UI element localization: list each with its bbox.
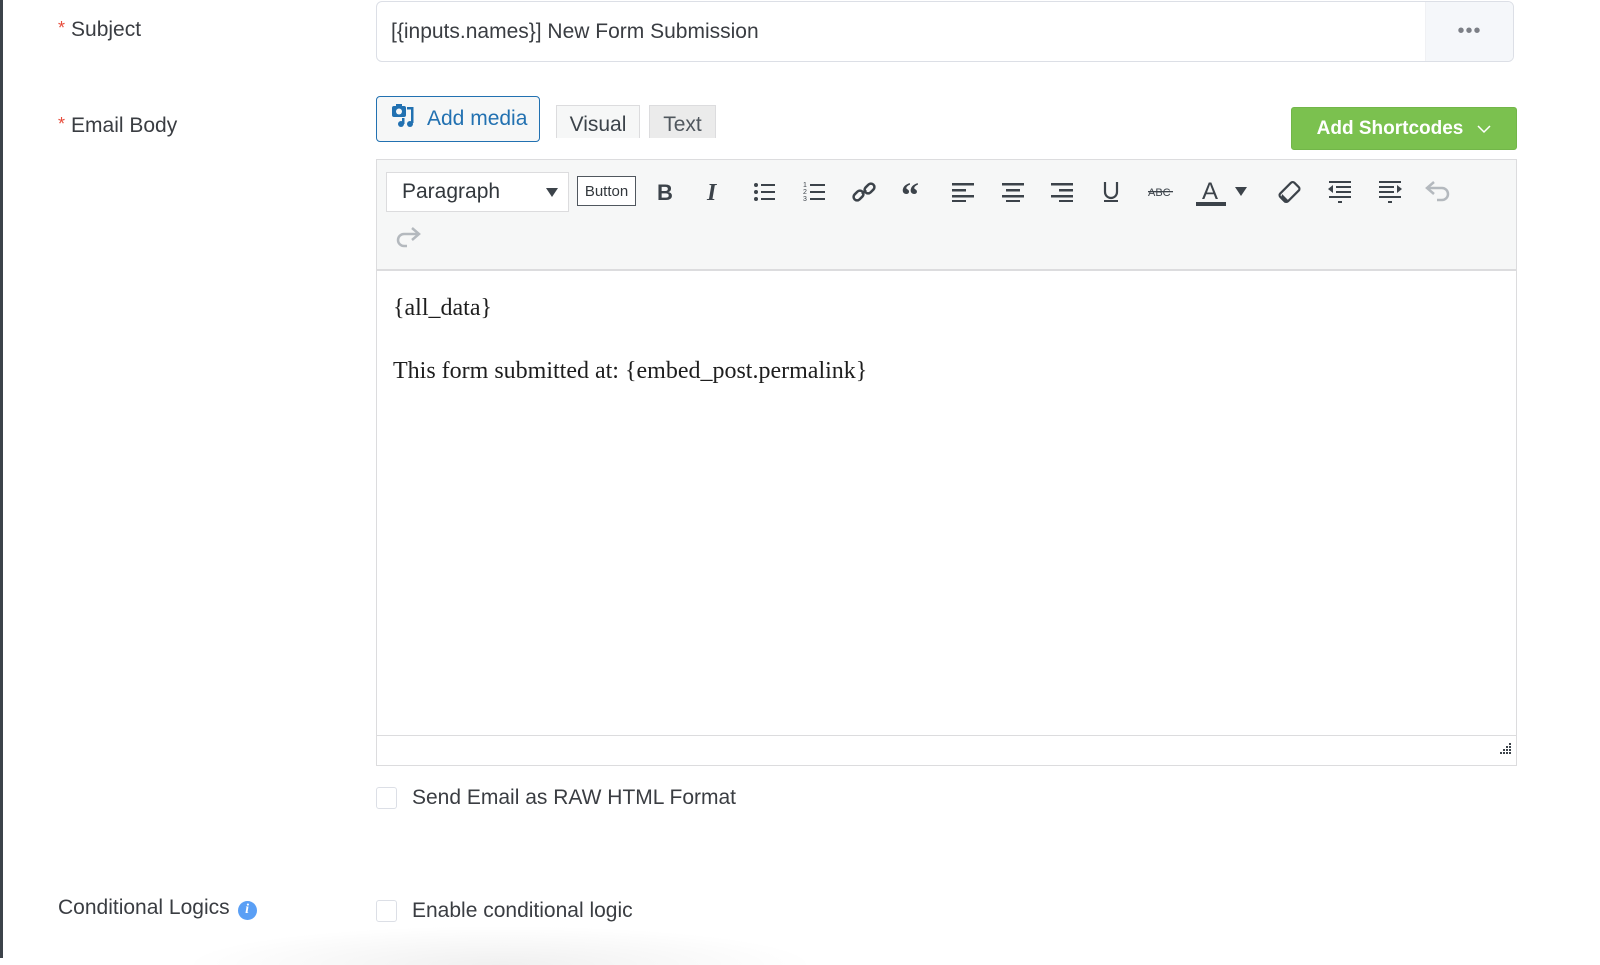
dropdown-arrow-icon [546,188,558,197]
svg-text:B: B [657,181,673,203]
italic-icon[interactable]: I [696,174,732,210]
subject-more-button[interactable]: ••• [1425,2,1513,61]
raw-html-checkbox[interactable] [376,787,397,809]
editor-statusbar [377,735,1516,765]
svg-text:3: 3 [803,196,807,203]
editor-content[interactable]: {all_data} This form submitted at: {embe… [377,271,1516,735]
subject-field[interactable]: ••• [376,1,1514,62]
format-select[interactable]: Paragraph [386,172,569,212]
svg-text:A: A [1202,178,1218,205]
add-shortcodes-button[interactable]: Add Shortcodes [1291,107,1517,150]
subject-input[interactable] [377,2,1425,61]
svg-text:1: 1 [803,182,807,189]
align-left-icon[interactable] [945,174,981,210]
bullet-list-icon[interactable] [747,174,783,210]
required-mark: * [58,18,66,38]
svg-text:“: “ [901,181,919,203]
bold-icon[interactable]: B [647,174,683,210]
required-mark: * [58,114,66,134]
conditional-logic-label: Enable conditional logic [412,899,633,922]
tab-text[interactable]: Text [649,105,716,138]
chevron-down-icon [1477,118,1491,140]
svg-text:2: 2 [803,189,807,196]
content-paragraph: {all_data} [393,295,492,321]
insert-button-button[interactable]: Button [577,176,636,206]
tab-visual[interactable]: Visual [556,105,640,138]
clear-formatting-icon[interactable] [1272,174,1308,210]
numbered-list-icon[interactable]: 1 2 3 [797,174,833,210]
redo-icon[interactable] [389,220,425,256]
subject-label-text: Subject [71,18,142,41]
raw-html-option[interactable]: Send Email as RAW HTML Format [376,786,736,810]
undo-icon[interactable] [1421,174,1457,210]
bottom-shadow [180,925,820,965]
text-color-dropdown-icon[interactable] [1230,174,1252,210]
conditional-logics-label: Conditional Logics i [58,896,257,920]
info-icon[interactable]: i [237,900,257,920]
conditional-logic-checkbox[interactable] [376,900,397,922]
indent-icon[interactable] [1372,174,1408,210]
svg-text:I: I [706,181,718,203]
align-right-icon[interactable] [1044,174,1080,210]
email-body-label-text: Email Body [71,114,178,137]
strikethrough-icon[interactable]: ABC [1143,174,1179,210]
media-icon [391,103,417,135]
window-left-edge [0,0,3,958]
link-icon[interactable] [846,174,882,210]
email-body-label: * Email Body [58,114,177,138]
add-media-button[interactable]: Add media [376,96,540,142]
raw-html-label: Send Email as RAW HTML Format [412,786,737,809]
resize-handle-icon[interactable] [1498,742,1512,761]
conditional-logics-label-text: Conditional Logics [58,896,230,919]
content-paragraph: This form submitted at: {embed_post.perm… [393,358,868,384]
outdent-icon[interactable] [1322,174,1358,210]
underline-icon[interactable] [1093,174,1129,210]
align-center-icon[interactable] [995,174,1031,210]
subject-label: * Subject [58,18,141,42]
add-shortcodes-label: Add Shortcodes [1316,117,1464,139]
blockquote-icon[interactable]: “ [896,174,932,210]
add-media-label: Add media [427,107,528,130]
conditional-logic-option[interactable]: Enable conditional logic [376,899,633,923]
svg-text:ABC: ABC [1148,187,1171,199]
editor-toolbar: Paragraph Button B I 1 2 3 “ ABC A [377,160,1516,271]
text-color-icon[interactable]: A [1192,174,1228,210]
email-body-editor: Paragraph Button B I 1 2 3 “ ABC A {all_… [376,159,1517,766]
format-select-value: Paragraph [402,180,501,203]
